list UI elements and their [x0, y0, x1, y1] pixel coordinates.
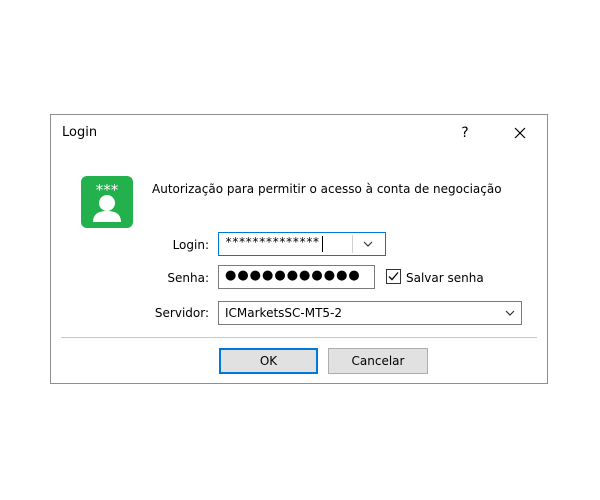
password-input[interactable]: ●●●●●●●●●●● — [218, 265, 375, 289]
dialog-title: Login — [62, 125, 98, 140]
cancel-button[interactable]: Cancelar — [328, 348, 428, 374]
server-label: Servidor: — [154, 306, 209, 320]
login-combobox[interactable]: ************** — [218, 232, 386, 256]
server-select[interactable]: ICMarketsSC-MT5-2 — [218, 301, 522, 325]
footer-separator — [61, 337, 537, 338]
login-label: Login: — [172, 238, 209, 252]
help-button[interactable]: ? — [453, 121, 477, 145]
password-label: Senha: — [167, 271, 209, 285]
title-bar: Login ? — [51, 115, 547, 151]
text-caret — [322, 236, 323, 252]
save-password-checkbox[interactable] — [386, 269, 401, 284]
login-dialog: Login ? *** Autorização para permitir o … — [50, 114, 548, 384]
checkmark-icon — [388, 272, 399, 281]
close-button[interactable] — [507, 121, 533, 145]
chevron-down-icon[interactable] — [503, 306, 517, 320]
login-input[interactable]: ************** — [225, 235, 320, 249]
password-value: ●●●●●●●●●●● — [225, 268, 361, 283]
chevron-down-icon[interactable] — [361, 237, 375, 251]
server-value: ICMarketsSC-MT5-2 — [225, 306, 343, 320]
combo-divider — [352, 235, 353, 253]
save-password-label[interactable]: Salvar senha — [406, 271, 484, 285]
authorization-description: Autorização para permitir o acesso à con… — [152, 182, 502, 196]
ok-button[interactable]: OK — [219, 348, 318, 374]
close-icon — [514, 127, 526, 139]
login-user-icon: *** — [81, 176, 133, 228]
